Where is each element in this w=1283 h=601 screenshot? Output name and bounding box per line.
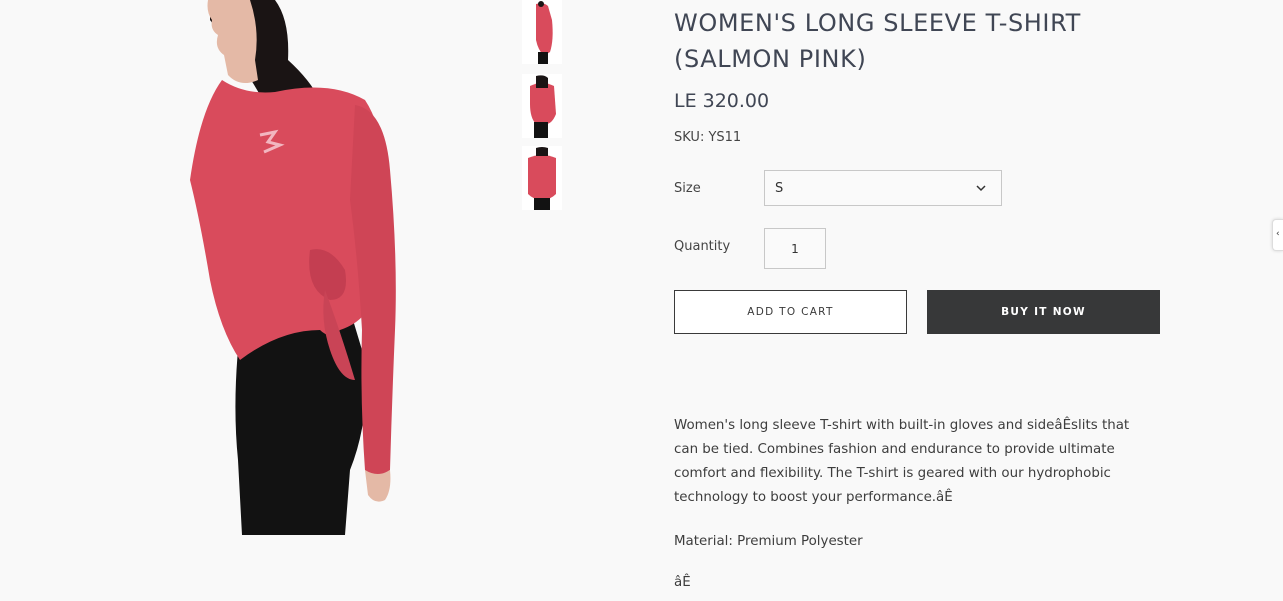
description-trailing-text: âÊ (674, 575, 691, 590)
add-to-cart-button[interactable]: ADD TO CART (674, 290, 907, 334)
chevron-down-icon (976, 185, 986, 192)
buy-it-now-button[interactable]: BUY IT NOW (927, 290, 1160, 334)
quantity-label: Quantity (674, 239, 731, 254)
product-price: LE 320.00 (674, 90, 770, 112)
thumbnail-side-view[interactable] (522, 0, 562, 64)
chevron-left-icon: ‹ (1276, 229, 1280, 239)
product-sku: SKU: YS11 (674, 130, 742, 145)
thumbnail-front-view[interactable] (522, 146, 562, 210)
product-title: WOMEN'S LONG SLEEVE T-SHIRT (SALMON PINK… (674, 9, 1081, 73)
size-label: Size (674, 181, 701, 196)
product-material: Material: Premium Polyester (674, 534, 863, 549)
size-select-value: S (775, 181, 784, 196)
quantity-input[interactable]: 1 (764, 228, 826, 269)
product-main-image[interactable] (180, 0, 420, 535)
side-drawer-tab[interactable]: ‹ (1272, 219, 1283, 251)
thumbnail-back-view[interactable] (522, 74, 562, 138)
size-select[interactable]: S (764, 170, 1002, 206)
product-description: Women's long sleeve T-shirt with built-i… (674, 418, 1130, 505)
